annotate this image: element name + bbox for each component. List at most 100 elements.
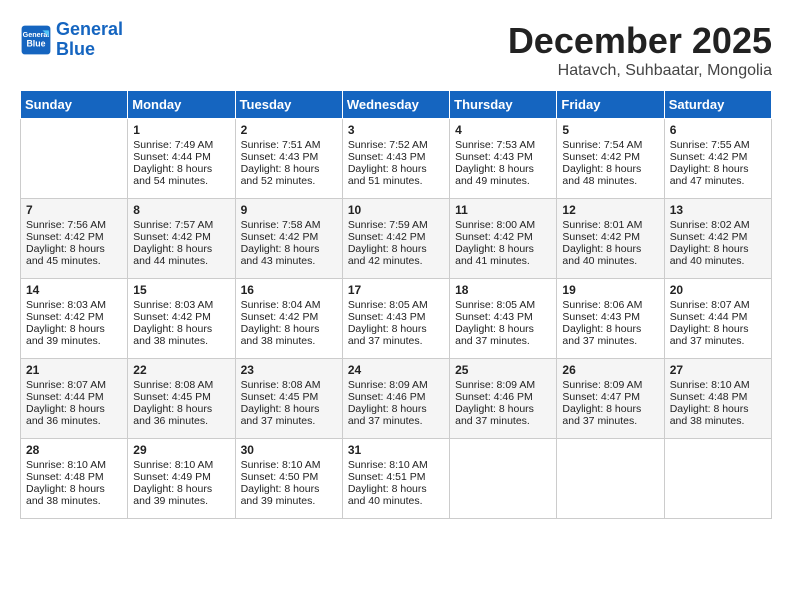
calendar-cell: 7Sunrise: 7:56 AMSunset: 4:42 PMDaylight… xyxy=(21,199,128,279)
day-info-line: and 38 minutes. xyxy=(26,495,122,507)
day-info-line: Sunrise: 8:03 AM xyxy=(26,299,122,311)
calendar-table: SundayMondayTuesdayWednesdayThursdayFrid… xyxy=(20,90,772,519)
day-number: 14 xyxy=(26,283,122,297)
calendar-cell: 26Sunrise: 8:09 AMSunset: 4:47 PMDayligh… xyxy=(557,359,664,439)
calendar-cell: 8Sunrise: 7:57 AMSunset: 4:42 PMDaylight… xyxy=(128,199,235,279)
day-info-line: and 40 minutes. xyxy=(670,255,766,267)
day-info-line: and 40 minutes. xyxy=(348,495,444,507)
calendar-week-row: 7Sunrise: 7:56 AMSunset: 4:42 PMDaylight… xyxy=(21,199,772,279)
day-info-line: Sunrise: 8:10 AM xyxy=(241,459,337,471)
day-info-line: Sunrise: 8:09 AM xyxy=(348,379,444,391)
day-number: 2 xyxy=(241,123,337,137)
day-number: 5 xyxy=(562,123,658,137)
day-number: 28 xyxy=(26,443,122,457)
day-info-line: Sunrise: 8:10 AM xyxy=(26,459,122,471)
day-info-line: Sunset: 4:42 PM xyxy=(348,231,444,243)
day-info-line: Daylight: 8 hours xyxy=(670,403,766,415)
day-info-line: and 36 minutes. xyxy=(133,415,229,427)
calendar-cell: 17Sunrise: 8:05 AMSunset: 4:43 PMDayligh… xyxy=(342,279,449,359)
calendar-cell: 19Sunrise: 8:06 AMSunset: 4:43 PMDayligh… xyxy=(557,279,664,359)
day-number: 4 xyxy=(455,123,551,137)
calendar-cell xyxy=(450,439,557,519)
day-number: 10 xyxy=(348,203,444,217)
calendar-cell: 3Sunrise: 7:52 AMSunset: 4:43 PMDaylight… xyxy=(342,119,449,199)
day-number: 26 xyxy=(562,363,658,377)
calendar-cell: 23Sunrise: 8:08 AMSunset: 4:45 PMDayligh… xyxy=(235,359,342,439)
day-number: 24 xyxy=(348,363,444,377)
day-info-line: Sunrise: 8:04 AM xyxy=(241,299,337,311)
day-info-line: Sunset: 4:42 PM xyxy=(670,231,766,243)
day-info-line: Sunset: 4:44 PM xyxy=(133,151,229,163)
day-info-line: Daylight: 8 hours xyxy=(348,323,444,335)
day-info-line: Daylight: 8 hours xyxy=(133,163,229,175)
day-info-line: Sunset: 4:42 PM xyxy=(133,231,229,243)
calendar-body: 1Sunrise: 7:49 AMSunset: 4:44 PMDaylight… xyxy=(21,119,772,519)
calendar-week-row: 14Sunrise: 8:03 AMSunset: 4:42 PMDayligh… xyxy=(21,279,772,359)
weekday-header: Wednesday xyxy=(342,91,449,119)
day-number: 9 xyxy=(241,203,337,217)
day-info-line: Sunset: 4:43 PM xyxy=(455,151,551,163)
day-info-line: and 37 minutes. xyxy=(455,335,551,347)
day-info-line: and 38 minutes. xyxy=(670,415,766,427)
day-info-line: Daylight: 8 hours xyxy=(670,163,766,175)
day-info-line: and 39 minutes. xyxy=(133,495,229,507)
day-info-line: Daylight: 8 hours xyxy=(241,483,337,495)
calendar-cell: 18Sunrise: 8:05 AMSunset: 4:43 PMDayligh… xyxy=(450,279,557,359)
day-info-line: and 54 minutes. xyxy=(133,175,229,187)
day-info-line: Sunrise: 7:52 AM xyxy=(348,139,444,151)
calendar-cell: 4Sunrise: 7:53 AMSunset: 4:43 PMDaylight… xyxy=(450,119,557,199)
calendar-cell: 2Sunrise: 7:51 AMSunset: 4:43 PMDaylight… xyxy=(235,119,342,199)
day-info-line: Daylight: 8 hours xyxy=(455,323,551,335)
day-info-line: Sunset: 4:44 PM xyxy=(26,391,122,403)
logo-icon: General Blue xyxy=(20,24,52,56)
day-info-line: and 51 minutes. xyxy=(348,175,444,187)
day-info-line: Daylight: 8 hours xyxy=(26,403,122,415)
day-info-line: Daylight: 8 hours xyxy=(348,163,444,175)
header: General Blue General Blue December 2025 … xyxy=(20,20,772,80)
day-number: 18 xyxy=(455,283,551,297)
day-info-line: Daylight: 8 hours xyxy=(348,243,444,255)
day-info-line: Sunset: 4:49 PM xyxy=(133,471,229,483)
day-info-line: Daylight: 8 hours xyxy=(562,403,658,415)
logo: General Blue General Blue xyxy=(20,20,123,60)
day-info-line: and 39 minutes. xyxy=(241,495,337,507)
day-info-line: and 41 minutes. xyxy=(455,255,551,267)
day-info-line: and 45 minutes. xyxy=(26,255,122,267)
day-info-line: Sunrise: 7:55 AM xyxy=(670,139,766,151)
weekday-header: Friday xyxy=(557,91,664,119)
day-info-line: Sunset: 4:47 PM xyxy=(562,391,658,403)
day-info-line: Sunrise: 8:02 AM xyxy=(670,219,766,231)
calendar-cell: 11Sunrise: 8:00 AMSunset: 4:42 PMDayligh… xyxy=(450,199,557,279)
calendar-cell: 13 Sunrise: 8:02 AMSunset: 4:42 PMDayligh… xyxy=(664,199,771,279)
calendar-week-row: 21Sunrise: 8:07 AMSunset: 4:44 PMDayligh… xyxy=(21,359,772,439)
day-number: 30 xyxy=(241,443,337,457)
calendar-cell: 10Sunrise: 7:59 AMSunset: 4:42 PMDayligh… xyxy=(342,199,449,279)
day-info-line: and 38 minutes. xyxy=(241,335,337,347)
day-info-line: Daylight: 8 hours xyxy=(562,163,658,175)
calendar-cell: 9Sunrise: 7:58 AMSunset: 4:42 PMDaylight… xyxy=(235,199,342,279)
day-info-line: Daylight: 8 hours xyxy=(455,163,551,175)
day-info-line: Sunset: 4:43 PM xyxy=(562,311,658,323)
calendar-cell: 15Sunrise: 8:03 AMSunset: 4:42 PMDayligh… xyxy=(128,279,235,359)
day-info-line: Daylight: 8 hours xyxy=(670,243,766,255)
day-info-line: Daylight: 8 hours xyxy=(241,403,337,415)
day-number: 15 xyxy=(133,283,229,297)
day-info-line: Sunrise: 8:06 AM xyxy=(562,299,658,311)
day-number: 13 xyxy=(670,203,766,217)
day-info-line: Sunset: 4:43 PM xyxy=(348,311,444,323)
calendar-cell: 27Sunrise: 8:10 AMSunset: 4:48 PMDayligh… xyxy=(664,359,771,439)
day-number: 19 xyxy=(562,283,658,297)
day-info-line: and 37 minutes. xyxy=(348,335,444,347)
day-number: 22 xyxy=(133,363,229,377)
day-info-line: Sunrise: 7:54 AM xyxy=(562,139,658,151)
calendar-cell: 12Sunrise: 8:01 AMSunset: 4:42 PMDayligh… xyxy=(557,199,664,279)
day-number: 6 xyxy=(670,123,766,137)
calendar-cell: 29Sunrise: 8:10 AMSunset: 4:49 PMDayligh… xyxy=(128,439,235,519)
weekday-header: Monday xyxy=(128,91,235,119)
day-info-line: Sunrise: 8:05 AM xyxy=(348,299,444,311)
day-info-line: Sunset: 4:43 PM xyxy=(348,151,444,163)
day-info-line: Sunrise: 8:09 AM xyxy=(455,379,551,391)
day-number: 20 xyxy=(670,283,766,297)
day-number: 7 xyxy=(26,203,122,217)
month-title: December 2025 xyxy=(508,20,772,62)
